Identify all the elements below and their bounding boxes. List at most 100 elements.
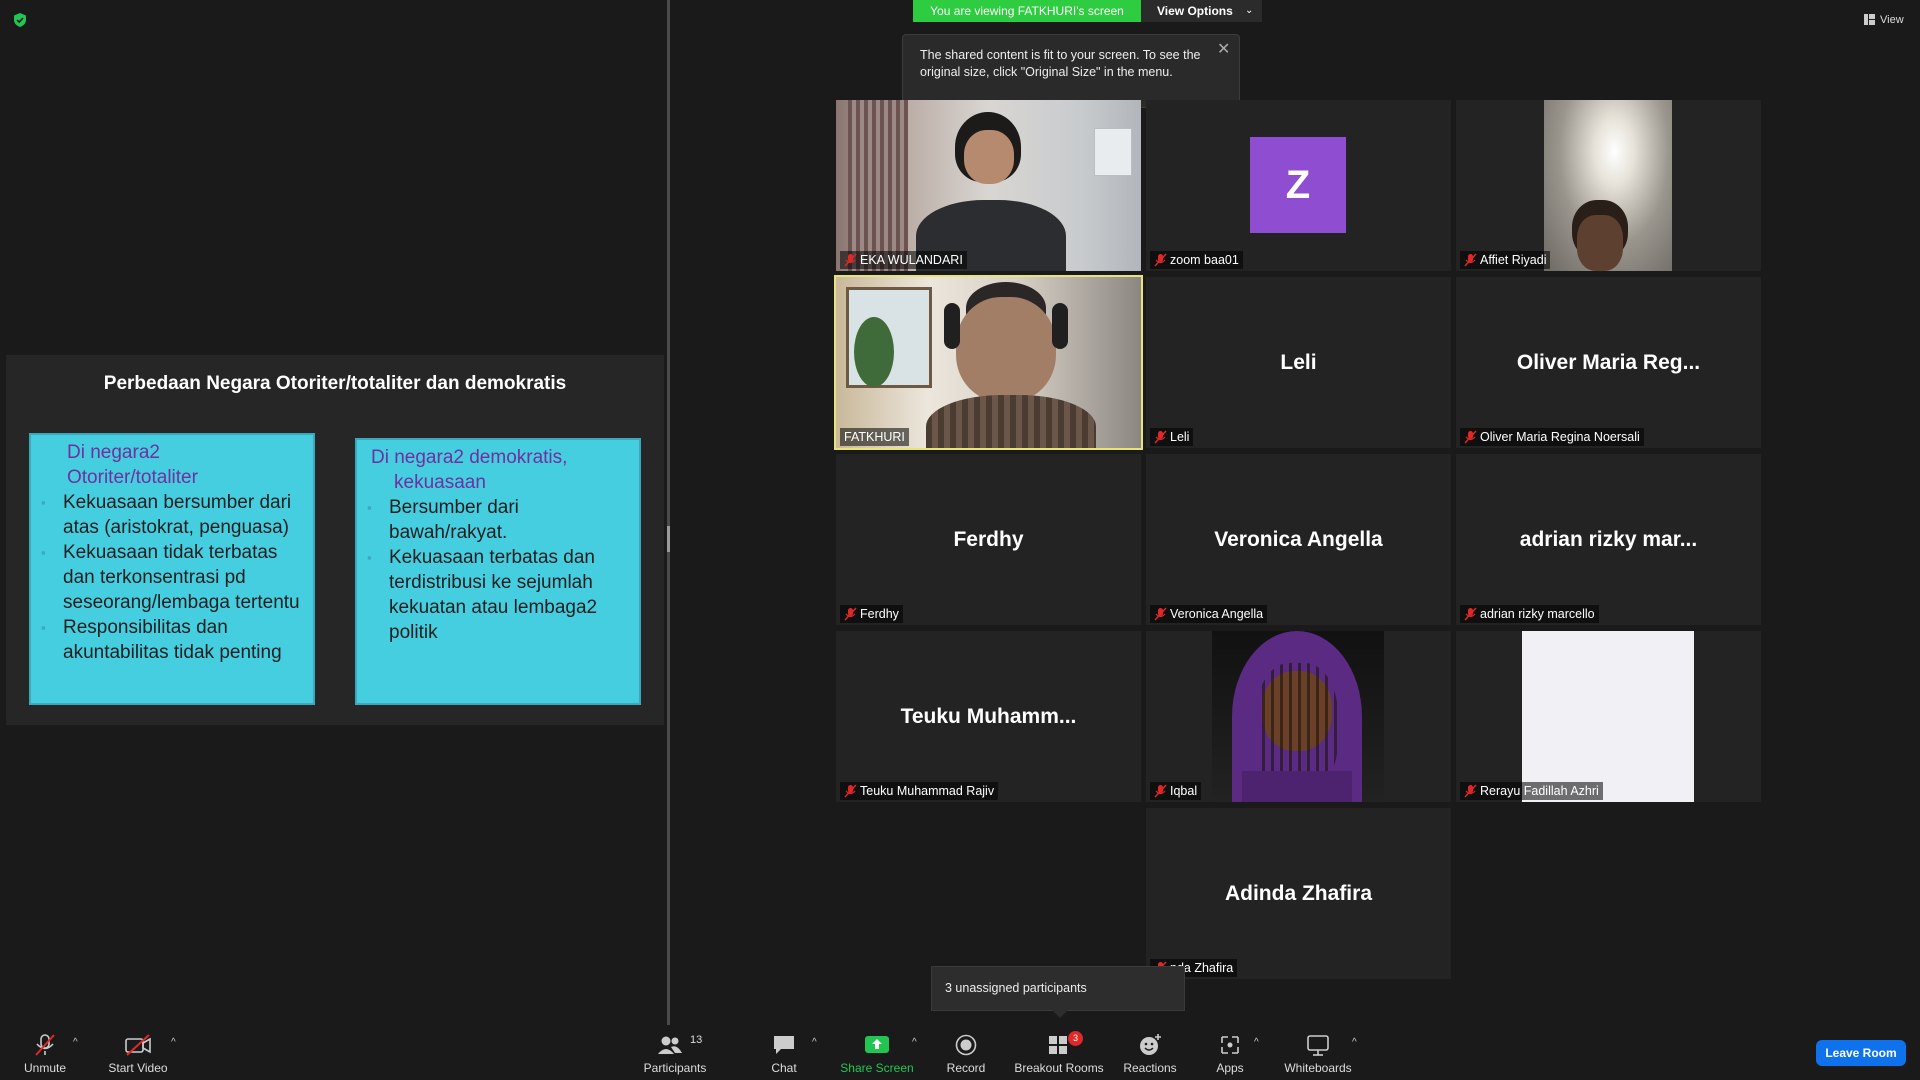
chat-button[interactable]: Chat (760, 1025, 808, 1080)
chevron-down-icon: ⌄ (1245, 5, 1254, 16)
participant-name-tag: Leli (1150, 428, 1194, 446)
participant-tile[interactable]: Oliver Maria Reg... Oliver Maria Regina … (1456, 277, 1761, 448)
participants-label: Participants (643, 1061, 707, 1075)
close-icon[interactable]: ✕ (1217, 39, 1230, 59)
mic-muted-icon (844, 253, 857, 267)
participant-name-tag: Ferdhy (840, 605, 903, 623)
participants-button[interactable]: 13 Participants (640, 1025, 710, 1080)
record-label: Record (946, 1061, 986, 1075)
share-screen-label: Share Screen (840, 1061, 914, 1075)
reactions-icon (1140, 1034, 1161, 1055)
participant-tile[interactable]: Veronica Angella Veronica Angella (1146, 454, 1451, 625)
participant-tile[interactable]: Iqbal (1146, 631, 1451, 802)
video-options-caret-icon[interactable]: ^ (171, 1037, 176, 1048)
share-options-caret-icon[interactable]: ^ (912, 1037, 917, 1048)
leave-room-button[interactable]: Leave Room (1816, 1040, 1906, 1066)
split-divider[interactable] (667, 0, 670, 1025)
box-heading-line: Di negara2 (67, 442, 160, 463)
participant-video (1212, 631, 1384, 802)
start-video-button[interactable]: Start Video (106, 1025, 170, 1080)
chat-label: Chat (771, 1061, 797, 1075)
view-options-label: View Options (1157, 4, 1233, 18)
breakout-rooms-badge: 3 (1068, 1031, 1083, 1046)
participant-display-name: Leli (1280, 350, 1317, 374)
chat-icon (774, 1036, 794, 1054)
whiteboards-options-caret-icon[interactable]: ^ (1352, 1037, 1357, 1048)
participant-tile[interactable]: EKA WULANDARI (836, 100, 1141, 271)
participant-display-name: Teuku Muhamm... (900, 704, 1077, 728)
apps-button[interactable]: Apps (1206, 1025, 1254, 1080)
participant-name-tag: Rerayu Fadillah Azhri (1460, 782, 1603, 800)
mic-muted-icon (844, 784, 857, 798)
video-off-icon (125, 1034, 151, 1056)
participant-name: Rerayu Fadillah Azhri (1480, 784, 1599, 798)
fit-to-screen-notification: The shared content is fit to your screen… (902, 34, 1240, 108)
mic-muted-icon (1154, 784, 1167, 798)
bullet-list: Kekuasaan bersumber dari atas (aristokra… (41, 490, 311, 665)
whiteboard-icon (1307, 1035, 1329, 1056)
slide-title: Perbedaan Negara Otoriter/totaliter dan … (103, 373, 567, 394)
participant-name-tag: Iqbal (1150, 782, 1202, 800)
participant-tile[interactable]: adrian rizky mar... adrian rizky marcell… (1456, 454, 1761, 625)
participant-name: zoom baa01 (1170, 253, 1239, 267)
apps-options-caret-icon[interactable]: ^ (1254, 1037, 1259, 1048)
divider-drag-handle[interactable] (667, 526, 670, 552)
participant-tile[interactable]: Ferdhy Ferdhy (836, 454, 1141, 625)
participant-name-tag: Teuku Muhammad Rajiv (840, 782, 999, 800)
participant-name-tag: Oliver Maria Regina Noersali (1460, 428, 1644, 446)
participant-name-tag: Affiet Riyadi (1460, 251, 1551, 269)
record-button[interactable]: Record (940, 1025, 992, 1080)
view-layout-button[interactable]: View (1860, 10, 1912, 30)
participant-tile[interactable]: Leli Leli (1146, 277, 1451, 448)
whiteboards-button[interactable]: Whiteboards (1280, 1025, 1356, 1080)
participant-tile[interactable]: Adinda Zhafira nda Zhafira (1146, 808, 1451, 979)
apps-label: Apps (1216, 1061, 1244, 1075)
participant-video (836, 100, 1141, 271)
participant-display-name: Ferdhy (953, 527, 1024, 551)
unassigned-participants-tooltip: 3 unassigned participants (931, 966, 1185, 1011)
participant-name-tag: EKA WULANDARI (840, 251, 967, 269)
participant-tile-active-speaker[interactable]: FATKHURI (834, 275, 1143, 450)
mic-muted-icon (1464, 253, 1477, 267)
notification-text: The shared content is fit to your screen… (920, 48, 1201, 79)
participant-name-tag: Veronica Angella (1150, 605, 1268, 623)
participant-name: Iqbal (1170, 784, 1198, 798)
participant-display-name: Veronica Angella (1214, 527, 1383, 551)
slide-box-democratic: Di negara2 demokratis, kekuasaan Bersumb… (355, 438, 641, 705)
bullet-item: Kekuasaan tidak terbatas dan terkonsentr… (41, 540, 311, 615)
participant-tile[interactable]: Z zoom baa01 (1146, 100, 1451, 271)
box-heading-line: kekuasaan (394, 472, 486, 493)
participant-display-name: Adinda Zhafira (1224, 881, 1372, 905)
mic-muted-icon (1154, 253, 1167, 267)
participant-name: Ferdhy (860, 607, 899, 621)
participant-name: Affiet Riyadi (1480, 253, 1547, 267)
participant-name-tag: zoom baa01 (1150, 251, 1243, 269)
mic-muted-icon (1464, 430, 1477, 444)
whiteboards-label: Whiteboards (1284, 1061, 1352, 1075)
mic-muted-icon (1464, 607, 1477, 621)
audio-options-caret-icon[interactable]: ^ (73, 1037, 78, 1048)
reactions-button[interactable]: Reactions (1122, 1025, 1178, 1080)
unmute-button[interactable]: Unmute (14, 1025, 76, 1080)
participant-name-tag: adrian rizky marcello (1460, 605, 1599, 623)
participant-name-tag: FATKHURI (840, 428, 909, 446)
participants-icon (658, 1036, 682, 1054)
participant-tile[interactable]: Affiet Riyadi (1456, 100, 1761, 271)
record-icon (955, 1034, 977, 1056)
participants-count: 13 (690, 1034, 703, 1046)
participant-tile[interactable]: Rerayu Fadillah Azhri (1456, 631, 1761, 802)
participant-name: FATKHURI (844, 430, 905, 444)
chat-options-caret-icon[interactable]: ^ (812, 1037, 817, 1048)
reactions-label: Reactions (1123, 1061, 1177, 1075)
view-options-button[interactable]: View Options ⌄ (1141, 0, 1262, 22)
shield-icon[interactable] (12, 12, 28, 28)
bullet-list: Bersumber dari bawah/rakyat. Kekuasaan t… (367, 495, 637, 645)
participant-tile[interactable]: Teuku Muhamm... Teuku Muhammad Rajiv (836, 631, 1141, 802)
mic-muted-icon (1154, 607, 1167, 621)
unmute-label: Unmute (23, 1061, 67, 1075)
breakout-rooms-button[interactable]: 3 Breakout Rooms (1012, 1025, 1106, 1080)
slide-box-authoritarian: Di negara2 Otoriter/totaliter Kekuasaan … (29, 433, 315, 705)
mic-muted-icon (1154, 430, 1167, 444)
share-screen-button[interactable]: Share Screen (838, 1025, 916, 1080)
participant-avatar: Z (1250, 137, 1346, 233)
